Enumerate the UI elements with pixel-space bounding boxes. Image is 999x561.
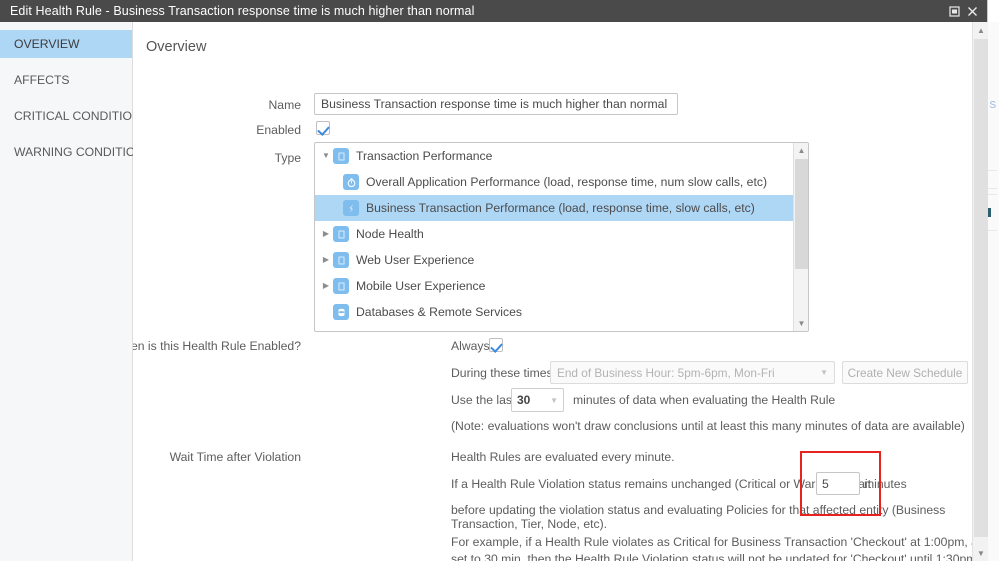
dialog-titlebar: Edit Health Rule - Business Transaction …	[0, 0, 987, 22]
folder-icon	[333, 226, 349, 242]
when-enabled-label: When is this Health Rule Enabled?	[133, 339, 301, 353]
folder-icon	[333, 148, 349, 164]
wait-time-line2-after: minutes	[864, 477, 907, 491]
create-new-schedule-button[interactable]: Create New Schedule	[842, 361, 968, 384]
wait-time-label: Wait Time after Violation	[169, 450, 301, 464]
chevron-right-icon[interactable]: ▶	[319, 256, 333, 264]
dialog-sidebar: OVERVIEW AFFECTS CRITICAL CONDITION WARN…	[0, 22, 144, 561]
tree-item-web-user-experience[interactable]: ▶ Web User Experience	[315, 247, 794, 273]
background-tab-marker	[988, 208, 991, 217]
dialog-body: OVERVIEW AFFECTS CRITICAL CONDITION WARN…	[0, 22, 988, 561]
stopwatch-icon	[343, 174, 359, 190]
tree-item-label: Databases & Remote Services	[356, 305, 522, 319]
evaluation-note: (Note: evaluations won't draw conclusion…	[451, 419, 965, 433]
tree-item-label: Transaction Performance	[356, 149, 493, 163]
chevron-right-icon[interactable]: ▶	[319, 282, 333, 290]
tree-scrollbar[interactable]: ▲ ▼	[793, 143, 808, 331]
tree-scrollbar-thumb[interactable]	[795, 159, 808, 269]
chevron-down-icon[interactable]: ▼	[973, 545, 988, 561]
sidebar-item-critical-condition[interactable]: CRITICAL CONDITION	[0, 102, 141, 130]
transaction-icon	[343, 200, 359, 216]
sidebar-item-label: WARNING CONDITION	[14, 145, 145, 159]
type-tree-list: ▼ Transaction Performance Overall Applic…	[315, 143, 794, 331]
type-tree: ▼ Transaction Performance Overall Applic…	[314, 142, 809, 332]
restore-icon[interactable]	[945, 2, 963, 20]
tree-item-node-health[interactable]: ▶ Node Health	[315, 221, 794, 247]
tree-item-label: Node Health	[356, 227, 424, 241]
tree-item-label: Mobile User Experience	[356, 279, 486, 293]
tree-item-mobile-user-experience[interactable]: ▶ Mobile User Experience	[315, 273, 794, 299]
name-input[interactable]	[314, 93, 678, 115]
main-scrollbar[interactable]: ▲ ▼	[972, 22, 988, 561]
page-title: Overview	[146, 39, 207, 55]
during-these-times-label: During these times:	[451, 366, 556, 380]
enabled-label: Enabled	[256, 123, 301, 137]
tree-item-overall-application-performance[interactable]: Overall Application Performance (load, r…	[315, 169, 794, 195]
dialog-title: Edit Health Rule - Business Transaction …	[10, 4, 475, 18]
sidebar-item-label: AFFECTS	[14, 73, 70, 87]
tree-item-label: Business Transaction Performance (load, …	[366, 201, 755, 215]
folder-icon	[333, 252, 349, 268]
always-checkbox[interactable]	[489, 338, 503, 352]
wait-minutes-input[interactable]	[816, 472, 860, 495]
edit-health-rule-dialog: Edit Health Rule - Business Transaction …	[0, 0, 988, 561]
wait-time-line2-before: If a Health Rule Violation status remain…	[451, 477, 871, 491]
name-label: Name	[268, 98, 301, 112]
minutes-select[interactable]: 30 ▼	[511, 388, 564, 412]
schedule-select[interactable]: End of Business Hour: 5pm-6pm, Mon-Fri ▼	[550, 361, 835, 384]
sidebar-item-label: OVERVIEW	[14, 37, 80, 51]
schedule-select-value: End of Business Hour: 5pm-6pm, Mon-Fri	[557, 365, 775, 380]
sidebar-item-warning-condition[interactable]: WARNING CONDITION	[0, 138, 144, 166]
tree-item-business-transaction-performance[interactable]: Business Transaction Performance (load, …	[315, 195, 794, 221]
tree-item-label: Web User Experience	[356, 253, 475, 267]
chevron-up-icon[interactable]: ▲	[973, 22, 988, 38]
sidebar-item-affects[interactable]: AFFECTS	[0, 66, 132, 94]
background-glyph: S	[987, 100, 996, 111]
minutes-select-value: 30	[517, 393, 531, 407]
sidebar-item-label: CRITICAL CONDITION	[14, 109, 141, 123]
wait-time-line3: before updating the violation status and…	[451, 503, 946, 531]
chevron-down-icon[interactable]: ▼	[319, 152, 333, 160]
tree-item-transaction-performance[interactable]: ▼ Transaction Performance	[315, 143, 794, 169]
chevron-right-icon[interactable]: ▶	[319, 230, 333, 238]
chevron-down-icon: ▼	[820, 368, 828, 377]
wait-time-example: For example, if a Health Rule violates a…	[451, 535, 988, 561]
overview-form: Overview Name Enabled Type ▼	[133, 22, 988, 561]
tree-item-label: Overall Application Performance (load, r…	[366, 175, 768, 189]
tree-item-databases-remote-services[interactable]: Databases & Remote Services	[315, 299, 794, 325]
database-icon	[333, 304, 349, 320]
sidebar-item-overview[interactable]: OVERVIEW	[0, 30, 132, 58]
create-new-schedule-label: Create New Schedule	[847, 365, 963, 380]
always-label: Always	[451, 339, 490, 353]
use-the-last-suffix: minutes of data when evaluating the Heal…	[573, 393, 836, 407]
chevron-down-icon[interactable]: ▼	[794, 316, 808, 331]
use-the-last-label: Use the last	[451, 393, 516, 407]
folder-icon	[333, 278, 349, 294]
main-scrollbar-thumb[interactable]	[974, 39, 988, 537]
close-icon[interactable]	[963, 2, 981, 20]
main-content: Overview Name Enabled Type ▼	[133, 22, 988, 561]
enabled-checkbox[interactable]	[316, 121, 330, 135]
wait-time-line1: Health Rules are evaluated every minute.	[451, 450, 675, 464]
type-label: Type	[274, 151, 301, 165]
chevron-down-icon: ▼	[550, 395, 558, 405]
chevron-up-icon[interactable]: ▲	[794, 143, 808, 158]
